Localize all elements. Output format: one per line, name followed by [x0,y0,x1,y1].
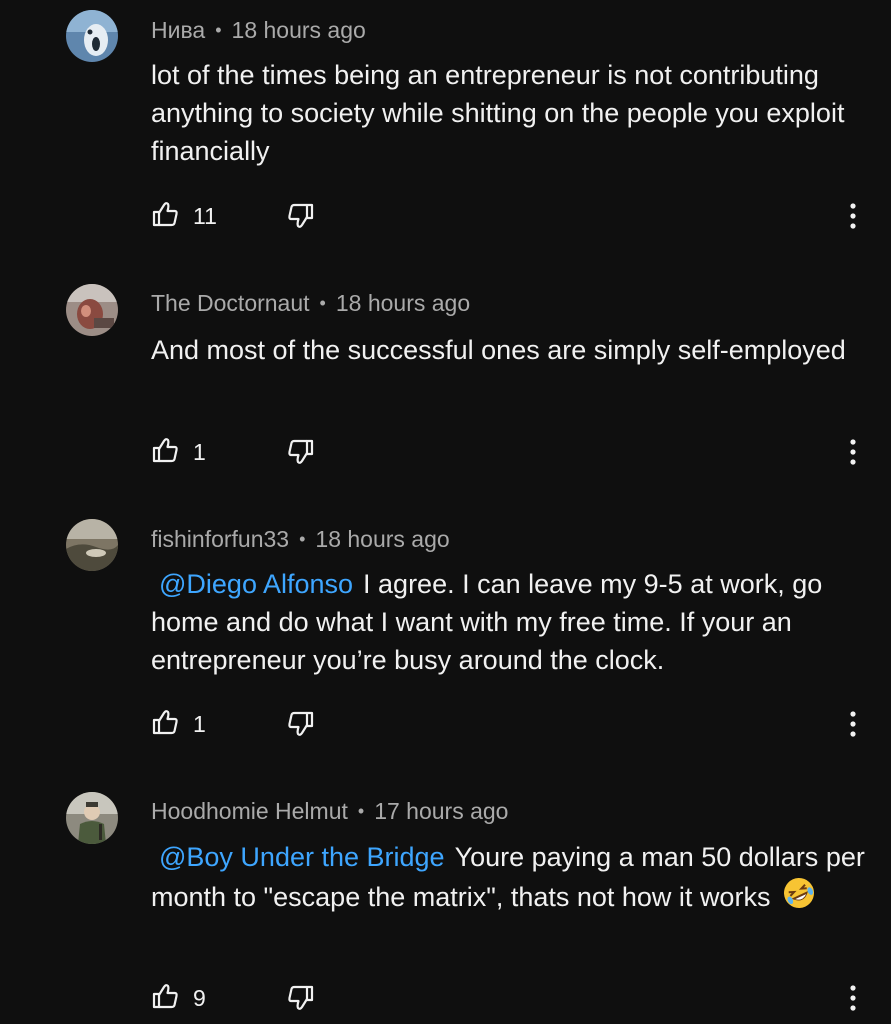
mention-link[interactable]: @Boy Under the Bridge [159,842,445,872]
comment-actions: 11 [151,200,871,236]
more-options-button[interactable] [843,200,863,232]
author-name[interactable]: The Doctornaut [151,290,310,316]
comment-actions: 1 [151,708,871,744]
author-name[interactable]: fishinforfun33 [151,526,289,552]
rolling-on-floor-laughing-emoji-icon [782,876,816,920]
separator-dot: • [299,529,306,549]
like-button[interactable]: 1 [151,436,206,469]
timestamp[interactable]: 17 hours ago [374,798,508,824]
comment-meta: fishinforfun33 • 18 hours ago [151,526,450,553]
more-vertical-icon [843,203,863,236]
thumbs-down-icon [287,711,315,742]
like-count: 1 [193,711,206,737]
comment-actions: 1 [151,436,871,472]
comment-text: @Boy Under the Bridge Youre paying a man … [151,838,871,920]
timestamp[interactable]: 18 hours ago [232,17,366,43]
dislike-button[interactable] [287,710,315,743]
thumbs-up-icon [151,200,179,233]
comment-meta: Нива • 18 hours ago [151,17,366,44]
like-button[interactable]: 11 [151,200,217,233]
separator-dot: • [357,801,365,821]
thumbs-down-icon [287,439,315,470]
avatar[interactable] [66,792,118,844]
avatar[interactable] [66,284,118,336]
avatar[interactable] [66,10,118,62]
like-count: 9 [193,985,206,1011]
more-options-button[interactable] [843,436,863,468]
more-vertical-icon [843,985,863,1018]
dislike-button[interactable] [287,984,315,1017]
more-vertical-icon [843,439,863,472]
like-count: 1 [193,439,206,465]
timestamp[interactable]: 18 hours ago [315,526,449,552]
avatar[interactable] [66,519,118,571]
thumbs-up-icon [151,982,179,1015]
author-name[interactable]: Нива [151,17,205,43]
like-count: 11 [193,203,217,229]
thumbs-up-icon [151,436,179,469]
dislike-button[interactable] [287,202,315,235]
like-button[interactable]: 1 [151,708,206,741]
thumbs-down-icon [287,203,315,234]
comment-text: @Diego Alfonso I agree. I can leave my 9-… [151,565,871,679]
more-options-button[interactable] [843,982,863,1014]
comment-actions: 9 [151,982,871,1018]
more-options-button[interactable] [843,708,863,740]
separator-dot: • [319,293,326,313]
thumbs-up-icon [151,708,179,741]
dislike-button[interactable] [287,438,315,471]
mention-link[interactable]: @Diego Alfonso [159,569,353,599]
more-vertical-icon [843,711,863,744]
comment-meta: The Doctornaut • 18 hours ago [151,290,470,317]
comment-meta: Hoodhomie Helmut • 17 hours ago [151,798,508,825]
comment-text: And most of the successful ones are simp… [151,335,846,365]
separator-dot: • [215,20,222,40]
timestamp[interactable]: 18 hours ago [336,290,470,316]
like-button[interactable]: 9 [151,982,206,1015]
thumbs-down-icon [287,985,315,1016]
comment-text: lot of the times being an entrepreneur i… [151,60,845,166]
author-name[interactable]: Hoodhomie Helmut [151,798,348,824]
